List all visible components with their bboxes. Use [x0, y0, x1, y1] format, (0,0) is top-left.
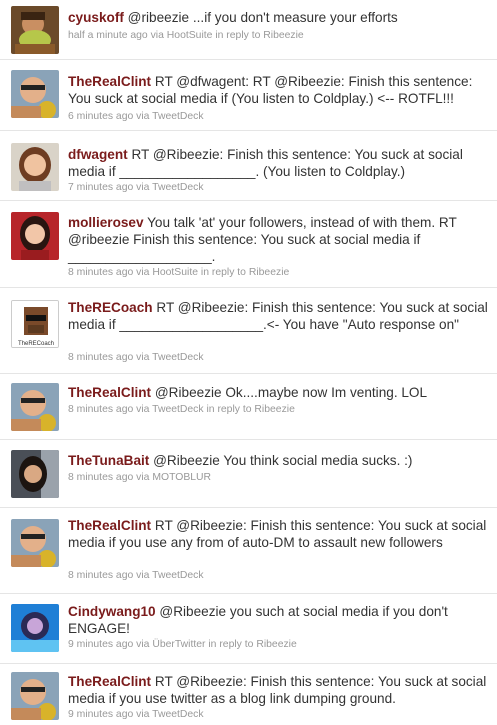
timestamp-link[interactable]: half a minute ago [68, 30, 148, 41]
timestamp-link[interactable]: 8 minutes ago [68, 472, 133, 483]
source-link[interactable]: HootSuite [152, 267, 198, 278]
tweet-meta: 7 minutes ago via TweetDeck [68, 182, 204, 193]
tweet-text: TheTunaBait @Ribeezie You think social m… [68, 453, 413, 468]
tweet-item: TheTunaBait @Ribeezie You think social m… [0, 440, 497, 508]
tweet-text: TheRECoach RT @Ribeezie: Finish this sen… [68, 300, 488, 332]
tweet-item: TheRealClint RT @dfwagent: RT @Ribeezie:… [0, 60, 497, 131]
timestamp-link[interactable]: 8 minutes ago [68, 267, 133, 278]
tweet-item: TheRealClint @Ribeezie Ok....maybe now I… [0, 374, 497, 440]
tweet-item: mollierosev You talk 'at' your followers… [0, 201, 497, 288]
food-avatar[interactable] [11, 6, 59, 54]
tweet-meta: 8 minutes ago via TweetDeck in reply to … [68, 404, 295, 415]
source-link[interactable]: TweetDeck [152, 182, 203, 193]
tweet-text: TheRealClint RT @dfwagent: RT @Ribeezie:… [68, 74, 473, 106]
source-link[interactable]: TweetDeck [152, 404, 203, 415]
coach-avatar[interactable]: TheRECoach [11, 300, 59, 348]
source-link[interactable]: TweetDeck [152, 570, 203, 581]
source-link[interactable]: HootSuite [167, 30, 213, 41]
screen-name-link[interactable]: TheTunaBait [68, 453, 149, 468]
tweet-item: TheRECoach TheRECoach RT @Ribeezie: Fini… [0, 288, 497, 374]
car-woman-avatar[interactable] [11, 450, 59, 498]
screen-name-link[interactable]: TheRealClint [68, 674, 151, 689]
tweet-text: TheRealClint @Ribeezie Ok....maybe now I… [68, 385, 428, 400]
screen-name-link[interactable]: TheRECoach [68, 300, 153, 315]
reply-to-link[interactable]: Ribeezie [256, 639, 296, 650]
screen-name-link[interactable]: TheRealClint [68, 518, 151, 533]
tweet-meta: 8 minutes ago via MOTOBLUR [68, 472, 212, 483]
source-link[interactable]: MOTOBLUR [152, 472, 211, 483]
timestamp-link[interactable]: 8 minutes ago [68, 404, 133, 415]
clint-avatar[interactable] [11, 383, 59, 431]
timestamp-link[interactable]: 8 minutes ago [68, 570, 133, 581]
tweet-text: mollierosev You talk 'at' your followers… [68, 215, 457, 264]
source-link[interactable]: TweetDeck [152, 352, 203, 363]
timestamp-link[interactable]: 7 minutes ago [68, 182, 133, 193]
tweet-meta: 9 minutes ago via TweetDeck [68, 709, 204, 720]
screen-name-link[interactable]: dfwagent [68, 147, 128, 162]
tweet-meta: 8 minutes ago via HootSuite in reply to … [68, 267, 290, 278]
tweet-text: cyuskoff @ribeezie ...if you don't measu… [68, 10, 398, 25]
reply-to-link[interactable]: Ribeezie [254, 404, 294, 415]
tweet-item: cyuskoff @ribeezie ...if you don't measu… [0, 0, 497, 60]
svg-text:TheRECoach: TheRECoach [18, 341, 54, 347]
screen-name-link[interactable]: Cindywang10 [68, 604, 156, 619]
screen-name-link[interactable]: mollierosev [68, 215, 144, 230]
tweet-meta: 6 minutes ago via TweetDeck [68, 111, 204, 122]
clint-avatar[interactable] [11, 70, 59, 118]
tweet-meta: 9 minutes ago via ÜberTwitter in reply t… [68, 639, 297, 650]
timestamp-link[interactable]: 6 minutes ago [68, 111, 133, 122]
tweet-text: Cindywang10 @Ribeezie you such at social… [68, 604, 448, 636]
reply-to-link[interactable]: Ribeezie [263, 30, 303, 41]
red-woman-avatar[interactable] [11, 212, 59, 260]
tweet-text: dfwagent RT @Ribeezie: Finish this sente… [68, 147, 463, 179]
timestamp-link[interactable]: 8 minutes ago [68, 352, 133, 363]
tweet-meta: half a minute ago via HootSuite in reply… [68, 30, 304, 41]
tweet-meta: 8 minutes ago via TweetDeck [68, 352, 204, 363]
tweet-item: Cindywang10 @Ribeezie you such at social… [0, 594, 497, 664]
clint-avatar[interactable] [11, 519, 59, 567]
tweet-item: TheRealClint RT @Ribeezie: Finish this s… [0, 664, 497, 725]
tweet-meta: 8 minutes ago via TweetDeck [68, 570, 204, 581]
source-link[interactable]: TweetDeck [152, 111, 203, 122]
tweet-item: TheRealClint RT @Ribeezie: Finish this s… [0, 508, 497, 594]
timestamp-link[interactable]: 9 minutes ago [68, 639, 133, 650]
woman-avatar[interactable] [11, 143, 59, 191]
blue-avatar[interactable] [11, 604, 59, 652]
tweet-text: TheRealClint RT @Ribeezie: Finish this s… [68, 518, 487, 550]
reply-to-link[interactable]: Ribeezie [249, 267, 289, 278]
screen-name-link[interactable]: TheRealClint [68, 385, 151, 400]
timestamp-link[interactable]: 9 minutes ago [68, 709, 133, 720]
tweet-item: dfwagent RT @Ribeezie: Finish this sente… [0, 131, 497, 201]
clint-avatar[interactable] [11, 672, 59, 720]
source-link[interactable]: ÜberTwitter [152, 639, 205, 650]
screen-name-link[interactable]: cyuskoff [68, 10, 124, 25]
source-link[interactable]: TweetDeck [152, 709, 203, 720]
tweet-text: TheRealClint RT @Ribeezie: Finish this s… [68, 674, 487, 706]
screen-name-link[interactable]: TheRealClint [68, 74, 151, 89]
